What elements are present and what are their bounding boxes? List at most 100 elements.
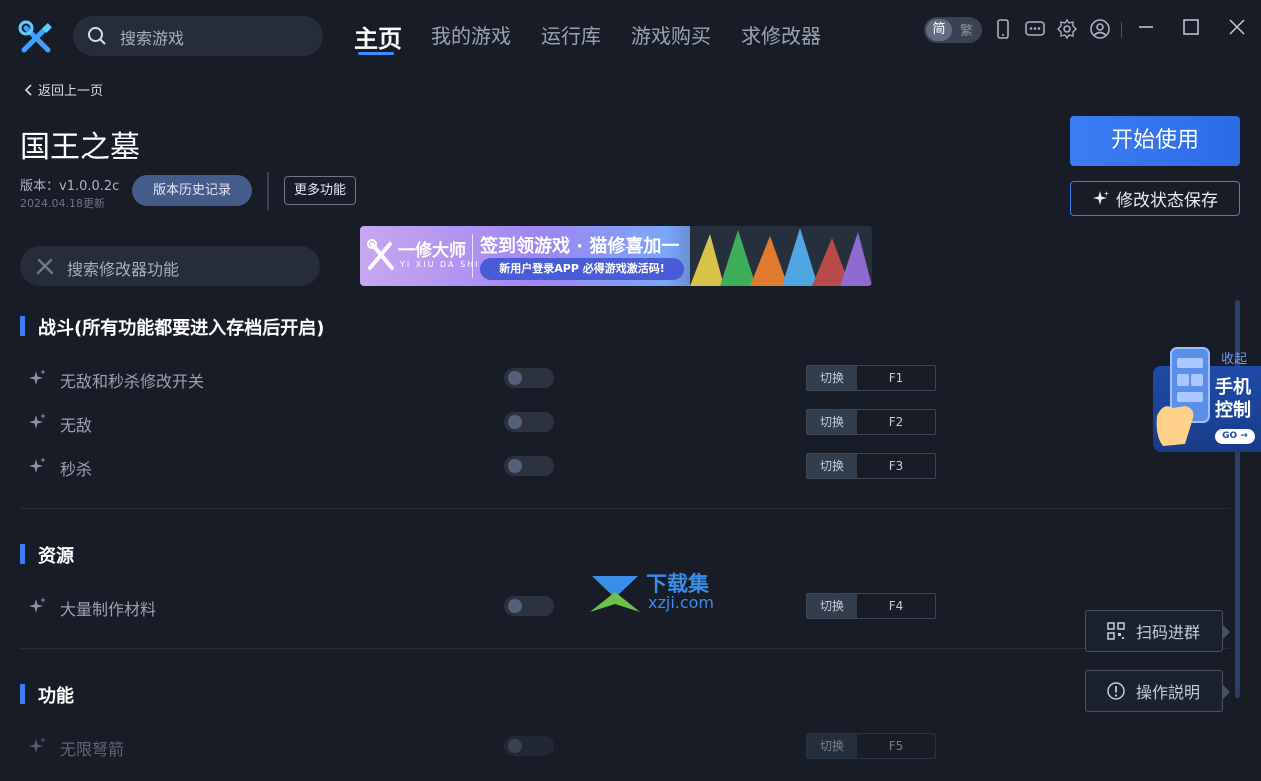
- header-divider: [267, 172, 269, 210]
- collapse-link[interactable]: 收起: [1221, 348, 1247, 367]
- feature-name: 无敌和秒杀修改开关: [60, 372, 205, 391]
- hotkey-key[interactable]: F5: [857, 734, 935, 758]
- feature-toggle[interactable]: [504, 412, 554, 432]
- more-features-button[interactable]: 更多功能: [284, 176, 356, 205]
- scan-group-label: 扫码进群: [1136, 623, 1201, 642]
- lang-simplified[interactable]: 简: [926, 19, 952, 41]
- close-icon[interactable]: [1224, 14, 1250, 40]
- tab-home[interactable]: 主页: [354, 19, 402, 54]
- sparkle-icon: [28, 736, 48, 756]
- hotkey-key[interactable]: F4: [857, 594, 935, 618]
- phone-control-title: 手机控制: [1215, 377, 1251, 421]
- banner-brand: 一修大师: [398, 241, 466, 261]
- lang-traditional[interactable]: 繁: [960, 20, 973, 39]
- save-state-button[interactable]: 修改状态保存: [1070, 181, 1240, 216]
- instructions-button[interactable]: 操作説明: [1085, 670, 1230, 712]
- hotkey-control[interactable]: 切换 F3: [806, 453, 936, 479]
- watermark-url: xzji.com: [648, 593, 715, 612]
- feature-toggle[interactable]: [504, 736, 554, 756]
- app-logo-icon[interactable]: [18, 20, 54, 56]
- site-watermark: 下载集 xzji.com: [588, 568, 728, 614]
- sparkle-icon: [1093, 190, 1109, 205]
- sparkle-icon: [28, 596, 48, 616]
- section-marker: [20, 684, 25, 704]
- feature-toggle[interactable]: [504, 596, 554, 616]
- hotkey-key[interactable]: F3: [857, 454, 935, 478]
- hotkey-switch-label[interactable]: 切换: [807, 454, 857, 478]
- feature-row: 无敌和秒杀修改开关 切换 F1: [20, 360, 1230, 396]
- tab-runtime-library[interactable]: 运行库: [541, 20, 601, 49]
- maximize-icon[interactable]: [1178, 14, 1204, 40]
- feature-search-placeholder: 搜索修改器功能: [67, 260, 180, 279]
- button-tail: [1222, 684, 1230, 700]
- banner-brand-sub: YI XIU DA SHI: [400, 260, 480, 269]
- game-search-input[interactable]: 搜索游戏: [73, 16, 323, 56]
- go-button[interactable]: GO →: [1215, 429, 1255, 444]
- tab-request-trainer[interactable]: 求修改器: [741, 20, 821, 49]
- user-icon[interactable]: [1089, 18, 1111, 40]
- phone-hand-icon: [1155, 346, 1215, 454]
- feature-search-input[interactable]: 搜索修改器功能: [20, 246, 320, 286]
- feature-toggle[interactable]: [504, 456, 554, 476]
- section-title-functions: 功能: [38, 686, 74, 707]
- hotkey-control[interactable]: 切换 F1: [806, 365, 936, 391]
- message-icon[interactable]: [1024, 18, 1046, 40]
- section-title-resources: 资源: [38, 546, 74, 567]
- scan-group-button[interactable]: 扫码进群: [1085, 610, 1230, 652]
- section-marker: [20, 544, 25, 564]
- sparkle-icon: [28, 456, 48, 476]
- banner-divider: [472, 234, 473, 278]
- feature-name: 无敌: [60, 416, 93, 435]
- section-title-combat: 战斗(所有功能都要进入存档后开启): [38, 318, 325, 339]
- tab-game-purchase[interactable]: 游戏购买: [631, 20, 711, 49]
- feature-row: 秒杀 切换 F3: [20, 448, 1230, 484]
- button-tail: [1222, 624, 1230, 640]
- hotkey-switch-label[interactable]: 切换: [807, 594, 857, 618]
- hotkey-switch-label[interactable]: 切换: [807, 734, 857, 758]
- version-text: 版本：v1.0.0.2c: [20, 179, 120, 194]
- hotkey-control[interactable]: 切换 F5: [806, 733, 936, 759]
- section-marker: [20, 316, 25, 336]
- title-bar: 搜索游戏 主页 我的游戏 运行库 游戏购买 求修改器 简 繁: [0, 0, 1261, 72]
- start-button[interactable]: 开始使用: [1070, 116, 1240, 166]
- tab-my-games[interactable]: 我的游戏: [431, 20, 511, 49]
- feature-name: 大量制作材料: [60, 600, 157, 619]
- search-icon: [87, 26, 107, 46]
- info-icon: [1107, 682, 1125, 700]
- hotkey-switch-label[interactable]: 切换: [807, 366, 857, 390]
- promo-banner[interactable]: 一修大师 YI XIU DA SHI 签到领游戏 · 猫修喜加一 新用户登录AP…: [360, 226, 872, 286]
- banner-game-art: [690, 226, 872, 286]
- hotkey-switch-label[interactable]: 切换: [807, 410, 857, 434]
- section-divider: [20, 508, 1230, 509]
- instructions-label: 操作説明: [1136, 683, 1201, 702]
- hotkey-key[interactable]: F2: [857, 410, 935, 434]
- phone-icon[interactable]: [992, 18, 1014, 40]
- hotkey-control[interactable]: 切换 F4: [806, 593, 936, 619]
- settings-icon[interactable]: [1056, 18, 1078, 40]
- sparkle-icon: [28, 412, 48, 432]
- feature-name: 无限弩箭: [60, 740, 125, 759]
- tools-icon: [35, 256, 55, 276]
- hotkey-key[interactable]: F1: [857, 366, 935, 390]
- game-title: 国王之墓: [20, 130, 140, 165]
- phone-control-widget[interactable]: 收起 手机控制 GO →: [1153, 346, 1261, 452]
- banner-headline: 签到领游戏 · 猫修喜加一: [480, 236, 680, 257]
- search-placeholder: 搜索游戏: [120, 29, 185, 48]
- active-tab-indicator: [358, 52, 394, 55]
- banner-logo-icon: [366, 238, 396, 276]
- minimize-icon[interactable]: [1133, 14, 1159, 40]
- section-divider: [20, 648, 1230, 649]
- version-history-button[interactable]: 版本历史记录: [132, 175, 252, 206]
- banner-pill: 新用户登录APP 必得游戏激活码!: [480, 258, 684, 280]
- chevron-left-icon: [24, 83, 32, 96]
- feature-row: 无限弩箭 切换 F5: [20, 728, 1230, 764]
- language-toggle[interactable]: 简 繁: [924, 17, 982, 43]
- feature-toggle[interactable]: [504, 368, 554, 388]
- back-link[interactable]: 返回上一页: [24, 80, 103, 99]
- titlebar-separator: [1121, 22, 1122, 38]
- hotkey-control[interactable]: 切换 F2: [806, 409, 936, 435]
- sparkle-icon: [28, 368, 48, 388]
- back-label: 返回上一页: [38, 84, 104, 99]
- feature-name: 秒杀: [60, 460, 93, 479]
- update-date: 2024.04.18更新: [20, 197, 105, 210]
